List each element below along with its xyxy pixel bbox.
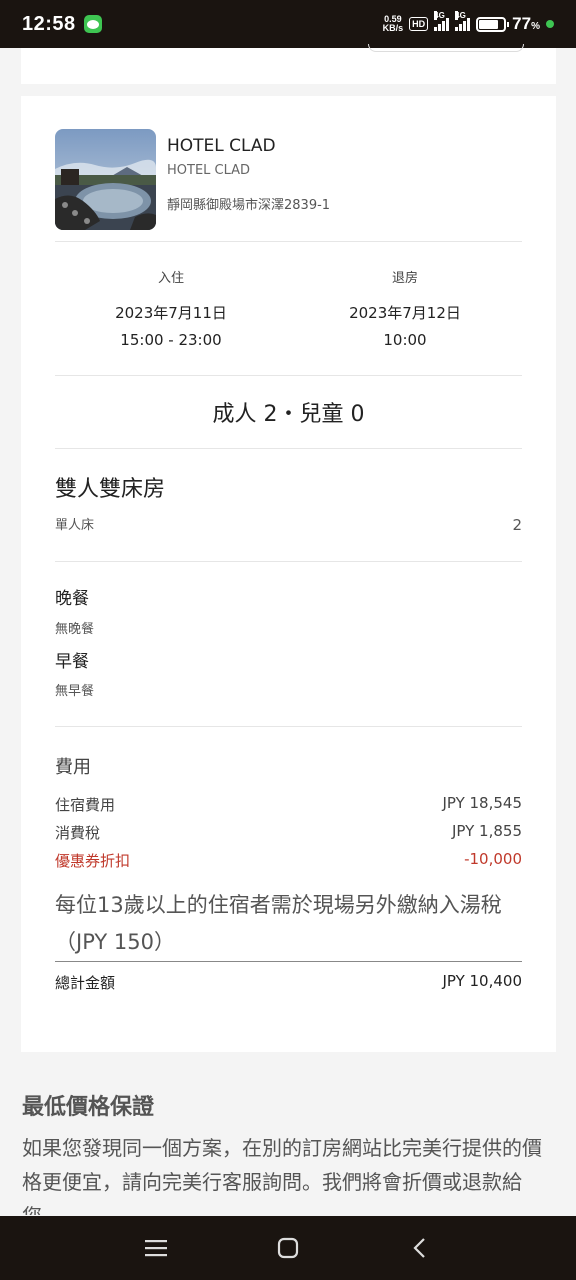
bath-tax-note: 每位13歲以上的住宿者需於現場另外繳納入湯稅（JPY 150）: [55, 893, 502, 954]
signal-icon-1: 4G: [434, 11, 450, 31]
divider: [55, 726, 522, 727]
line-app-icon: [83, 15, 102, 33]
fee-label: 消費稅: [55, 824, 101, 842]
divider: [55, 448, 522, 449]
checkout-time: 10:00: [383, 331, 427, 349]
fee-label: 優惠券折扣: [55, 852, 131, 870]
network-speed: 0.59 KB/s: [383, 15, 404, 33]
fee-label: 住宿費用: [55, 796, 116, 814]
status-bar: 12:58 0.59 KB/s HD 4G 4G 77%: [0, 0, 576, 48]
divider: [55, 561, 522, 562]
hotel-address: 靜岡縣御殿場市深澤2839-1: [167, 198, 331, 213]
guarantee-text: 如果您發現同一個方案，在別的訂房網站比完美行提供的價格更便宜，請向完美行客服詢問…: [22, 1136, 542, 1215]
checkin-date: 2023年7月11日: [115, 304, 227, 322]
booking-summary-card: HOTEL CLAD HOTEL CLAD 靜岡縣御殿場市深澤2839-1 入住…: [21, 96, 556, 1052]
fee-value: JPY 18,545: [442, 794, 522, 812]
fee-row-accommodation: 住宿費用 JPY 18,545: [55, 794, 522, 815]
hd-voice-icon: HD: [409, 17, 429, 31]
back-icon[interactable]: [400, 1228, 440, 1268]
network-type-2: 4G: [455, 11, 466, 20]
bed-count: 2: [512, 516, 522, 534]
previous-section-card: [21, 44, 556, 84]
divider: [55, 375, 522, 376]
checkin-label: 入住: [157, 271, 184, 286]
total-row: 總計金額 JPY 10,400: [55, 972, 522, 993]
room-type: 雙人雙床房: [55, 477, 166, 502]
guest-count: 成人 2・兒童 0: [212, 402, 365, 427]
fee-row-coupon-discount: 優惠券折扣 -10,000: [55, 850, 522, 871]
hotel-photo: [55, 129, 156, 230]
network-type-1: 4G: [434, 11, 445, 20]
recent-apps-icon[interactable]: [136, 1228, 176, 1268]
status-time: 12:58: [22, 12, 76, 35]
checkout-date: 2023年7月12日: [349, 304, 461, 322]
network-speed-unit: KB/s: [382, 23, 404, 33]
total-value: JPY 10,400: [442, 972, 522, 990]
guarantee-title: 最低價格保證: [22, 1095, 155, 1120]
checkin-block: 入住 2023年7月11日 15:00 - 23:00: [61, 267, 281, 349]
fee-value: -10,000: [464, 850, 522, 868]
dinner-title: 晚餐: [55, 589, 89, 609]
previous-section-button-edge: [368, 44, 524, 52]
hotel-photo-image: [55, 129, 156, 230]
fee-row-tax: 消費稅 JPY 1,855: [55, 822, 522, 843]
hotel-name: HOTEL CLAD: [167, 136, 276, 156]
fee-value: JPY 1,855: [451, 822, 522, 840]
status-indicators: 0.59 KB/s HD 4G 4G 77%: [383, 11, 554, 34]
divider: [55, 241, 522, 242]
home-icon[interactable]: [268, 1228, 308, 1268]
battery-percent: 77%: [512, 14, 540, 33]
checkout-label: 退房: [391, 271, 418, 286]
bed-type: 單人床: [55, 518, 95, 533]
system-nav-bar: [0, 1216, 576, 1280]
privacy-indicator-dot: [546, 20, 554, 28]
hotel-name-secondary: HOTEL CLAD: [167, 163, 251, 178]
signal-icon-2: 4G: [455, 11, 471, 31]
breakfast-title: 早餐: [55, 652, 89, 672]
fees-title: 費用: [55, 757, 91, 778]
total-label: 總計金額: [55, 974, 116, 992]
battery-icon: [476, 16, 510, 32]
dinner-value: 無晚餐: [55, 622, 95, 637]
checkin-time: 15:00 - 23:00: [120, 331, 222, 349]
breakfast-value: 無早餐: [55, 684, 95, 699]
total-divider: [55, 961, 522, 962]
checkout-block: 退房 2023年7月12日 10:00: [295, 267, 515, 349]
